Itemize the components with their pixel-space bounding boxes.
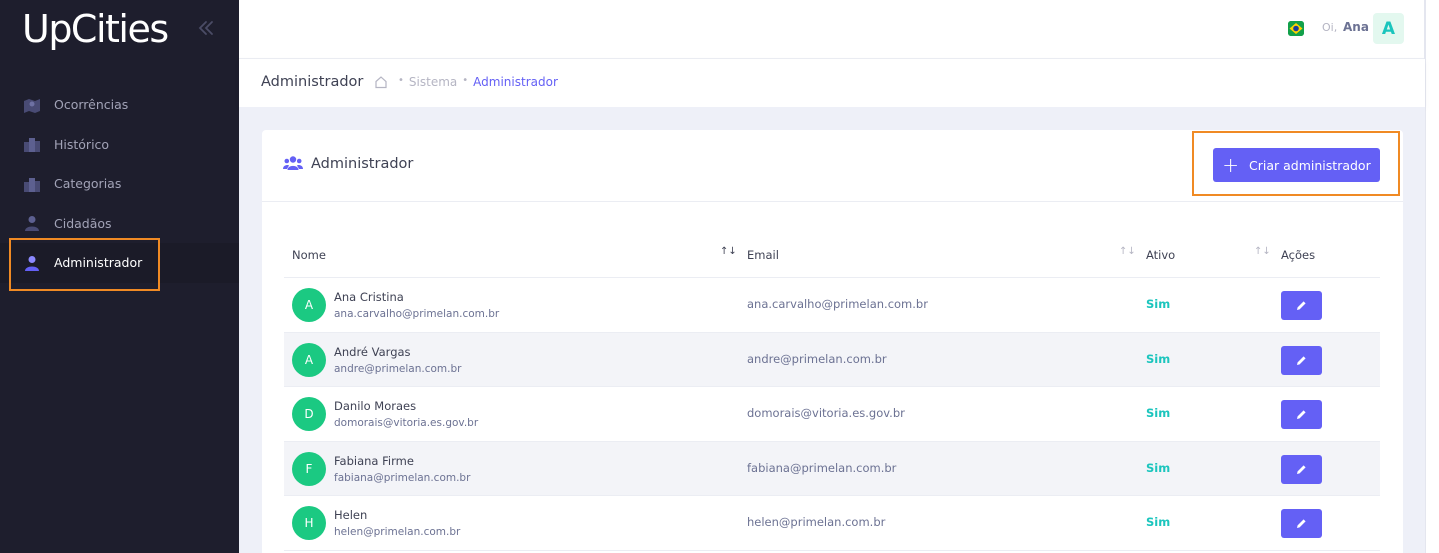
row-name: Fabiana Firme [334, 453, 414, 468]
edit-button[interactable] [1281, 454, 1322, 484]
breadcrumb-current[interactable]: Administrador [473, 75, 558, 89]
status-badge: Sim [1146, 297, 1171, 311]
sidebar-item-label: Categorias [54, 176, 122, 192]
row-name-email: helen@primelan.com.br [334, 526, 461, 538]
table-row: F Fabiana Firme fabiana@primelan.com.br … [284, 441, 1380, 496]
edit-button[interactable] [1281, 345, 1322, 375]
sidebar-nav: Ocorrências Histórico Categorias Cidadão… [0, 85, 239, 283]
pencil-icon [1297, 355, 1306, 365]
sidebar-item-administrador[interactable]: Administrador [0, 243, 239, 283]
row-name: Ana Cristina [334, 290, 404, 304]
row-name-email: fabiana@primelan.com.br [334, 471, 471, 484]
sort-icon[interactable]: ↑↓ [1119, 246, 1136, 257]
avatar: A [292, 288, 326, 322]
card-header: Administrador + Criar administrador [262, 130, 1403, 202]
user-avatar[interactable]: A [1373, 13, 1404, 44]
column-header-ativo[interactable]: Ativo [1146, 248, 1175, 262]
avatar: H [292, 506, 326, 540]
plus-icon: + [1222, 153, 1240, 177]
greeting-text: Oi, [1322, 21, 1338, 34]
row-email: helen@primelan.com.br [747, 515, 886, 529]
collapse-sidebar-icon[interactable] [196, 18, 216, 38]
edit-button[interactable] [1281, 509, 1322, 538]
row-email: domorais@vitoria.es.gov.br [747, 406, 905, 420]
status-badge: Sim [1146, 515, 1171, 529]
column-header-nome[interactable]: Nome [292, 248, 326, 262]
row-name: Helen [334, 508, 368, 522]
table-row: A André Vargas andre@primelan.com.br and… [284, 332, 1380, 387]
sidebar-item-historico[interactable]: Histórico [0, 125, 239, 165]
status-badge: Sim [1146, 351, 1171, 366]
sidebar-item-ocorrencias[interactable]: Ocorrências [0, 85, 239, 125]
table-header: Nome ↑↓ Email ↑↓ Ativo ↑↓ Ações [284, 236, 1380, 278]
brand: UpCities [0, 0, 239, 59]
create-admin-button[interactable]: + Criar administrador [1213, 148, 1380, 182]
edit-button[interactable] [1281, 400, 1322, 429]
city-icon [23, 135, 41, 153]
avatar: D [292, 397, 326, 431]
sort-icon[interactable]: ↑↓ [1254, 246, 1271, 257]
sidebar-item-label: Histórico [54, 136, 110, 152]
edit-button[interactable] [1281, 291, 1322, 320]
top-header: Oi, Ana A [239, 0, 1425, 59]
row-name-email: domorais@vitoria.es.gov.br [334, 417, 479, 429]
avatar: F [292, 451, 326, 486]
sidebar-item-categorias[interactable]: Categorias [0, 164, 239, 204]
row-name-email: andre@primelan.com.br [334, 362, 462, 375]
row-name-email: ana.carvalho@primelan.com.br [334, 308, 500, 320]
page-title: Administrador [261, 74, 364, 90]
user-name[interactable]: Ana [1343, 20, 1369, 34]
create-admin-label: Criar administrador [1249, 157, 1371, 173]
avatar: A [292, 342, 326, 377]
user-icon [23, 214, 41, 232]
city-icon [23, 175, 41, 193]
status-badge: Sim [1146, 406, 1171, 420]
sidebar-item-label: Ocorrências [54, 97, 129, 113]
row-name: André Vargas [334, 344, 411, 359]
table-row: A Ana Cristina ana.carvalho@primelan.com… [284, 278, 1380, 333]
home-icon[interactable] [374, 75, 388, 89]
card-title: Administrador [311, 156, 414, 172]
table-row: H Helen helen@primelan.com.br helen@prim… [284, 496, 1380, 551]
status-badge: Sim [1146, 460, 1171, 475]
row-name: Danilo Moraes [334, 399, 417, 413]
sidebar-item-label: Cidadãos [54, 215, 112, 231]
pencil-icon [1297, 301, 1306, 310]
row-email: fabiana@primelan.com.br [747, 460, 897, 475]
pencil-icon [1297, 464, 1306, 474]
breadcrumb-item[interactable]: Sistema [409, 75, 457, 89]
sidebar-item-label: Administrador [54, 255, 143, 271]
table-row: D Danilo Moraes domorais@vitoria.es.gov.… [284, 387, 1380, 442]
subheader: Administrador • Sistema • Administrador [239, 59, 1425, 107]
brazil-flag-icon[interactable] [1288, 21, 1304, 36]
sort-icon[interactable]: ↑↓ [720, 246, 737, 257]
row-email: ana.carvalho@primelan.com.br [747, 297, 928, 311]
sidebar: UpCities Ocorrências Histórico Categoria… [0, 0, 239, 553]
user-icon [23, 254, 41, 272]
pencil-icon [1297, 410, 1306, 419]
column-header-acoes: Ações [1281, 248, 1316, 262]
map-icon [23, 96, 41, 114]
app-logo[interactable]: UpCities [22, 4, 169, 54]
column-header-email[interactable]: Email [747, 248, 779, 262]
users-icon [283, 156, 303, 170]
row-email: andre@primelan.com.br [747, 351, 887, 366]
sidebar-item-cidadaos[interactable]: Cidadãos [0, 204, 239, 244]
breadcrumb: • Sistema • Administrador [398, 75, 558, 89]
pencil-icon [1297, 519, 1306, 528]
admin-table: Nome ↑↓ Email ↑↓ Ativo ↑↓ Ações A Ana Cr… [284, 236, 1380, 551]
